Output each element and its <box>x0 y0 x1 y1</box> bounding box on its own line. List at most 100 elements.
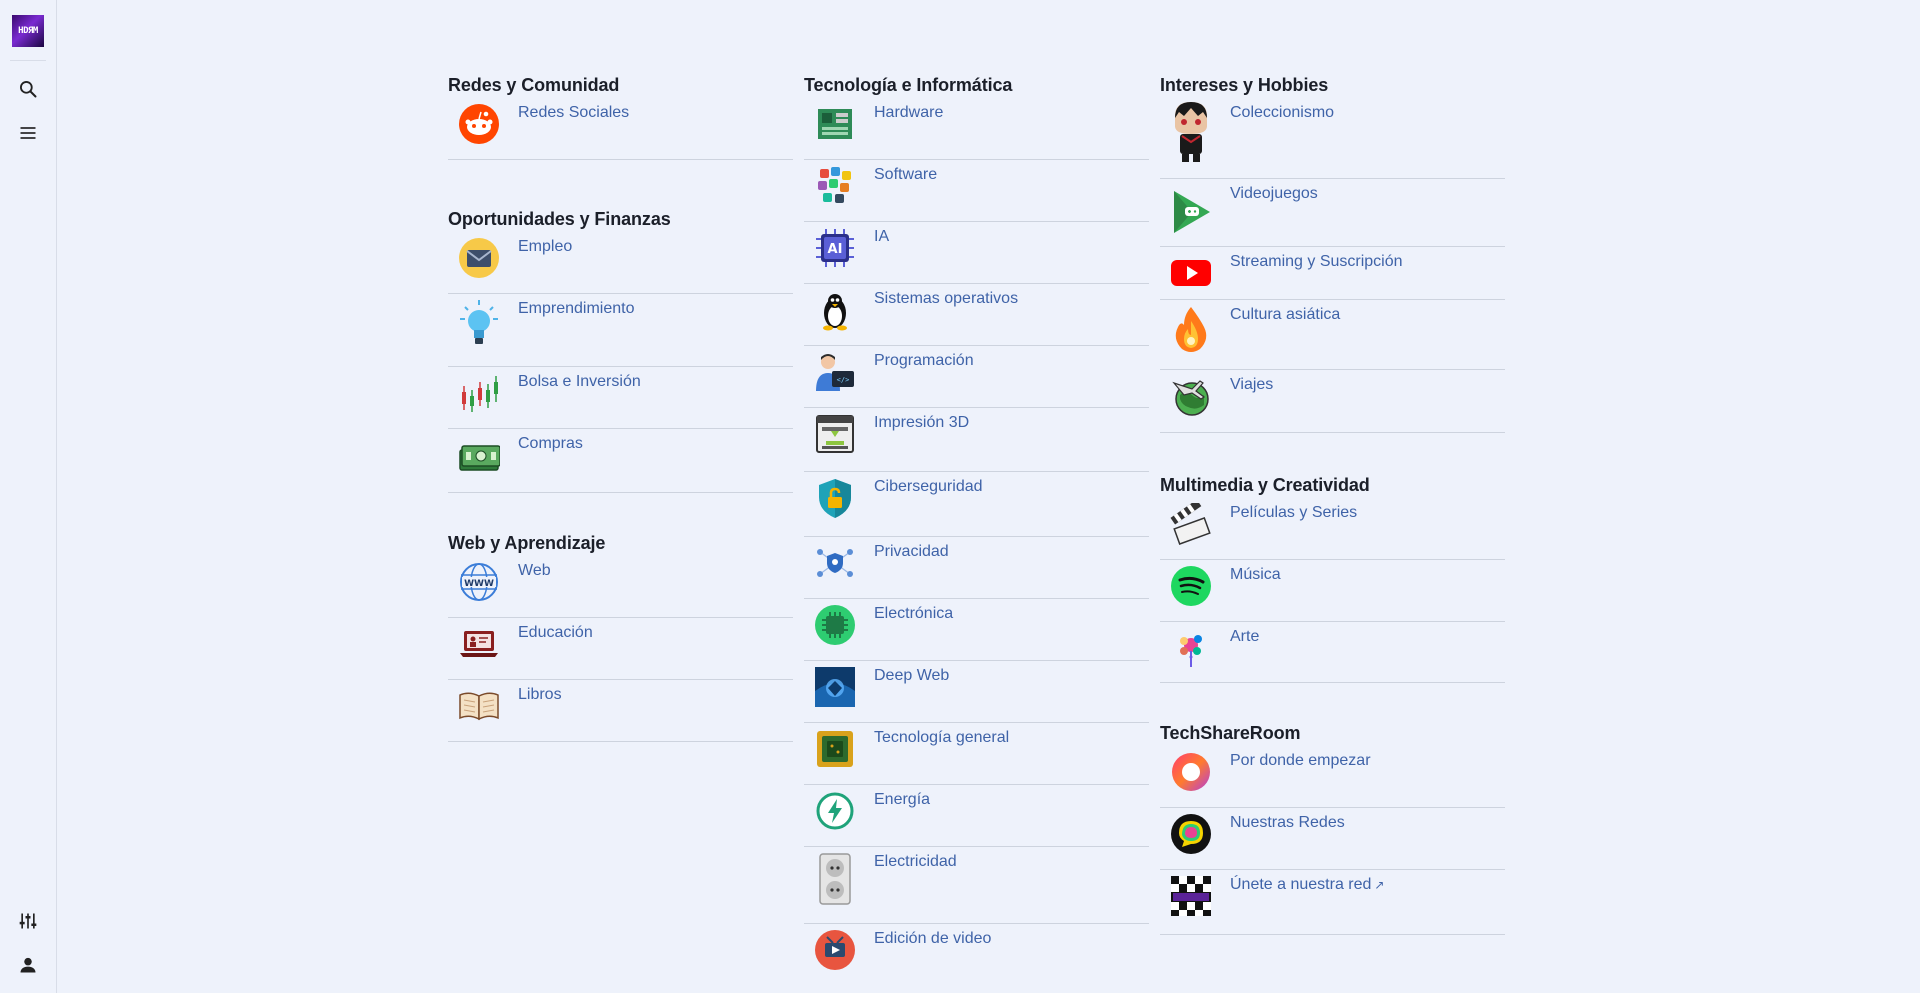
list-item-label[interactable]: Videojuegos <box>1230 184 1318 204</box>
section-title: TechShareRoom <box>1160 723 1301 743</box>
app-blocks-icon <box>814 165 856 207</box>
user-button[interactable] <box>14 951 42 979</box>
list-item-hardware[interactable]: Hardware <box>804 98 1149 160</box>
pixel-logo-icon <box>1170 875 1212 917</box>
list-item-label[interactable]: Compras <box>518 434 583 454</box>
list-item-impresion-3d[interactable]: Impresión 3D <box>804 408 1149 472</box>
list-item-label[interactable]: Libros <box>518 685 562 705</box>
list-item-label[interactable]: Emprendimiento <box>518 299 635 319</box>
list-item-label[interactable]: Únete a nuestra red ↗ <box>1230 875 1384 895</box>
list-item-streaming-suscripcion[interactable]: Streaming y Suscripción <box>1160 247 1505 300</box>
list-item-electronica[interactable]: Electrónica <box>804 599 1149 661</box>
list-item-label[interactable]: Electricidad <box>874 852 957 872</box>
list-item-label[interactable]: Edición de video <box>874 929 991 949</box>
list-item-programacion[interactable]: </> Programación <box>804 346 1149 408</box>
list-item-arte[interactable]: Arte <box>1160 622 1505 683</box>
list-item-peliculas-series[interactable]: Películas y Series <box>1160 498 1505 560</box>
privacy-network-icon <box>814 542 856 584</box>
www-globe-icon: WWW <box>458 561 500 603</box>
user-icon <box>20 957 36 973</box>
list-item-label[interactable]: Películas y Series <box>1230 503 1357 523</box>
power-outlet-icon <box>814 852 856 906</box>
category-column-2: Tecnología e Informática Hardware Softwa… <box>804 72 1149 986</box>
list-item-libros[interactable]: Libros <box>448 680 793 742</box>
list-item-label[interactable]: Energía <box>874 790 930 810</box>
list-item-software[interactable]: Software <box>804 160 1149 222</box>
list-item-videojuegos[interactable]: Videojuegos <box>1160 179 1505 247</box>
list-item-privacidad[interactable]: Privacidad <box>804 537 1149 599</box>
list-item-cultura-asiatica[interactable]: Cultura asiática <box>1160 300 1505 370</box>
list-item-label[interactable]: Electrónica <box>874 604 953 624</box>
list-item-label-text[interactable]: Únete a nuestra red <box>1230 876 1371 893</box>
list-item-sistemas-operativos[interactable]: Sistemas operativos <box>804 284 1149 346</box>
list-item-deep-web[interactable]: Deep Web <box>804 661 1149 723</box>
list-item-label[interactable]: Streaming y Suscripción <box>1230 252 1403 272</box>
section-title: Web y Aprendizaje <box>448 533 606 553</box>
list-item-label[interactable]: Coleccionismo <box>1230 103 1334 123</box>
list-item-edicion-de-video[interactable]: Edición de video <box>804 924 1149 986</box>
deep-web-icon <box>814 666 856 708</box>
google-play-games-icon <box>1170 189 1212 235</box>
list-item-label[interactable]: Tecnología general <box>874 728 1009 748</box>
list-item-label[interactable]: Deep Web <box>874 666 949 686</box>
svg-text:WWW: WWW <box>464 579 494 589</box>
list-item-label[interactable]: Arte <box>1230 627 1259 647</box>
section-title: Oportunidades y Finanzas <box>448 209 671 229</box>
list-item-label[interactable]: Privacidad <box>874 542 949 562</box>
list-item-label[interactable]: IA <box>874 227 889 247</box>
list-item-label[interactable]: Cultura asiática <box>1230 305 1340 325</box>
spotify-icon <box>1170 565 1212 607</box>
settings-button[interactable] <box>14 907 42 935</box>
search-icon <box>20 81 37 98</box>
section-title: Intereses y Hobbies <box>1160 75 1329 95</box>
list-item-label[interactable]: Música <box>1230 565 1281 585</box>
list-item-label[interactable]: Impresión 3D <box>874 413 969 433</box>
list-item-compras[interactable]: Compras <box>448 429 793 493</box>
list-item-redes-sociales[interactable]: Redes Sociales <box>448 98 793 160</box>
motherboard-icon <box>814 103 856 145</box>
list-item-label[interactable]: Por donde empezar <box>1230 751 1371 771</box>
list-item-label[interactable]: Ciberseguridad <box>874 477 983 497</box>
shield-lock-icon <box>814 477 856 519</box>
list-item-educacion[interactable]: Educación <box>448 618 793 680</box>
list-item-label[interactable]: Redes Sociales <box>518 103 629 123</box>
external-link-icon: ↗ <box>1374 878 1385 892</box>
list-item-label[interactable]: Web <box>518 561 551 581</box>
list-item-por-donde-empezar[interactable]: Por donde empezar <box>1160 746 1505 808</box>
list-item-label[interactable]: Educación <box>518 623 593 643</box>
list-item-coleccionismo[interactable]: Coleccionismo <box>1160 98 1505 179</box>
list-item-ia[interactable]: AI IA <box>804 222 1149 284</box>
list-item-label[interactable]: Hardware <box>874 103 943 123</box>
list-item-emprendimiento[interactable]: Emprendimiento <box>448 294 793 367</box>
list-item-viajes[interactable]: Viajes <box>1160 370 1505 433</box>
list-item-electricidad[interactable]: Electricidad <box>804 847 1149 924</box>
list-item-label[interactable]: Software <box>874 165 937 185</box>
list-item-label[interactable]: Nuestras Redes <box>1230 813 1345 833</box>
svg-text:</>: </> <box>837 376 850 384</box>
list-item-energia[interactable]: Energía <box>804 785 1149 847</box>
list-item-nuestras-redes[interactable]: Nuestras Redes <box>1160 808 1505 870</box>
microchip-icon <box>814 604 856 646</box>
list-item-label[interactable]: Programación <box>874 351 974 371</box>
list-item-bolsa-inversion[interactable]: Bolsa e Inversión <box>448 367 793 429</box>
section-title: Redes y Comunidad <box>448 75 620 95</box>
menu-button[interactable] <box>14 119 42 147</box>
list-item-label[interactable]: Viajes <box>1230 375 1273 395</box>
list-item-label[interactable]: Empleo <box>518 237 572 257</box>
search-button[interactable] <box>14 75 42 103</box>
list-item-label[interactable]: Sistemas operativos <box>874 289 1018 309</box>
fire-ball-icon <box>1170 305 1212 355</box>
list-item-label[interactable]: Bolsa e Inversión <box>518 372 641 392</box>
lightning-bolt-icon <box>814 790 856 832</box>
video-editing-icon <box>814 929 856 971</box>
mail-envelope-icon <box>458 237 500 279</box>
list-item-ciberseguridad[interactable]: Ciberseguridad <box>804 472 1149 537</box>
list-item-musica[interactable]: Música <box>1160 560 1505 622</box>
candlestick-chart-icon <box>458 372 500 414</box>
list-item-empleo[interactable]: Empleo <box>448 232 793 294</box>
list-item-web[interactable]: WWW Web <box>448 556 793 618</box>
globe-airplane-icon <box>1170 375 1212 417</box>
list-item-tecnologia-general[interactable]: Tecnología general <box>804 723 1149 785</box>
list-item-unete-a-nuestra-red[interactable]: Únete a nuestra red ↗ <box>1160 870 1505 935</box>
site-logo[interactable]: HDЯM <box>12 15 44 47</box>
